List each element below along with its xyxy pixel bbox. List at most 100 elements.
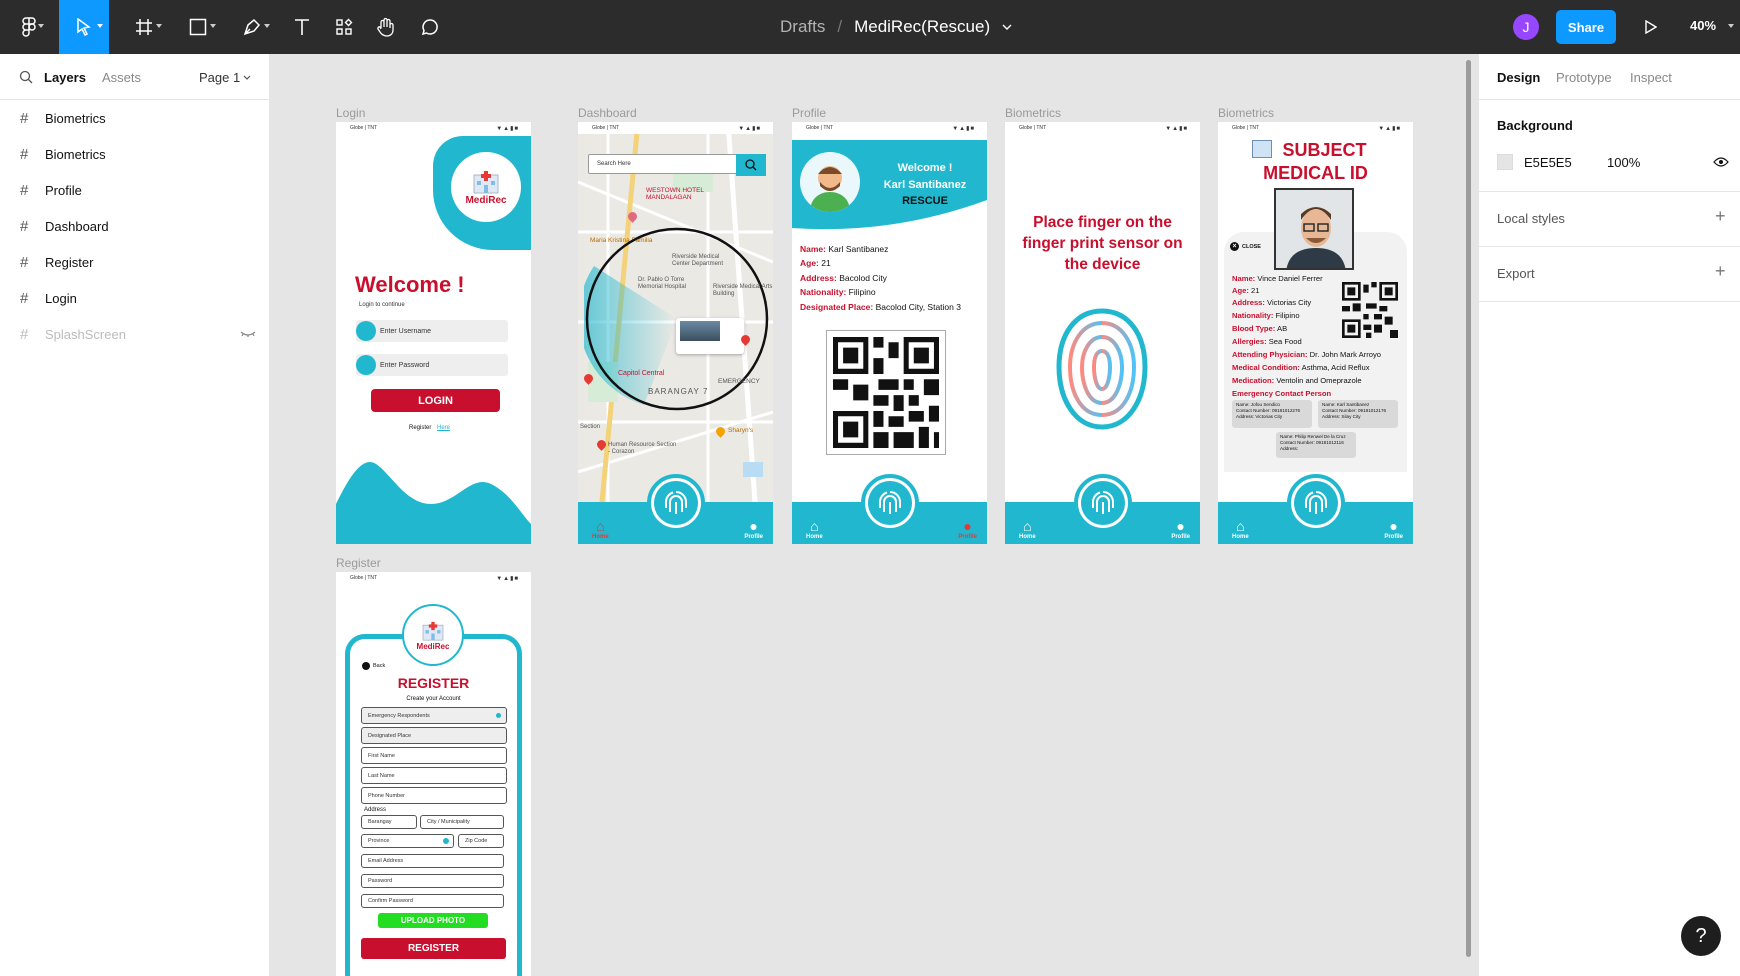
frame-login[interactable]: Globe | TNT ▼▲▮■ MediRec Welcome ! Login …: [336, 122, 531, 544]
field-key: Address:: [800, 273, 837, 283]
login-button[interactable]: LOGIN: [371, 389, 500, 412]
frame-label-biometrics-2[interactable]: Biometrics: [1218, 106, 1274, 120]
role-select[interactable]: Emergency Respondents: [361, 707, 507, 724]
layer-item-dashboard[interactable]: # Dashboard: [0, 208, 270, 244]
nav-profile[interactable]: ● Profile: [744, 518, 763, 540]
comment-tool-button[interactable]: [412, 0, 448, 54]
background-hex[interactable]: E5E5E5: [1524, 155, 1572, 170]
nav-profile[interactable]: ● Profile: [1171, 518, 1190, 540]
username-input[interactable]: Enter Username: [356, 320, 508, 342]
password-field[interactable]: Password: [361, 874, 504, 888]
confirm-password-field[interactable]: Confirm Password: [361, 894, 504, 908]
frame-register[interactable]: Globe | TNT ▼▲▮■ MediRec Back REGISTER Cr…: [336, 572, 531, 976]
eye-icon[interactable]: [1713, 157, 1729, 167]
phone-field[interactable]: Phone Number: [361, 787, 507, 804]
hospital-popup-card[interactable]: [676, 318, 744, 354]
layer-item-profile[interactable]: # Profile: [0, 172, 270, 208]
barangay-field[interactable]: Barangay: [361, 815, 417, 829]
frame-tool-button[interactable]: [124, 0, 164, 54]
page-selector[interactable]: Page 1: [199, 70, 240, 85]
layer-item-biometrics-2[interactable]: # Biometrics: [0, 136, 270, 172]
field-key: Address:: [1232, 298, 1265, 307]
frame-label-profile[interactable]: Profile: [792, 106, 826, 120]
frame-label-dashboard[interactable]: Dashboard: [578, 106, 637, 120]
province-field[interactable]: Province: [361, 834, 454, 848]
help-button[interactable]: ?: [1681, 916, 1721, 956]
fingerprint-button[interactable]: [860, 474, 919, 532]
profile-icon: ●: [749, 518, 758, 534]
layer-item-register[interactable]: # Register: [0, 244, 270, 280]
add-style-icon[interactable]: +: [1715, 206, 1726, 227]
nav-home[interactable]: ⌂ Home: [1232, 518, 1249, 540]
share-button[interactable]: Share: [1556, 10, 1616, 44]
hidden-eye-icon[interactable]: [240, 330, 256, 338]
fingerprint-button[interactable]: [646, 474, 705, 532]
field-placeholder: Phone Number: [368, 792, 405, 799]
add-export-icon[interactable]: +: [1715, 261, 1726, 282]
email-field[interactable]: Email Address: [361, 854, 504, 868]
chevron-down-icon[interactable]: [243, 75, 251, 80]
move-tool-button[interactable]: [59, 0, 109, 54]
pen-tool-button[interactable]: [232, 0, 272, 54]
frame-biometrics-1[interactable]: Globe | TNT ▼▲▮■ Place finger on the fing…: [1005, 122, 1200, 544]
register-submit-button[interactable]: REGISTER: [361, 938, 506, 959]
tab-prototype[interactable]: Prototype: [1556, 70, 1612, 85]
background-opacity[interactable]: 100%: [1607, 155, 1640, 170]
fingerprint-button[interactable]: [1073, 474, 1132, 532]
tab-assets[interactable]: Assets: [102, 70, 141, 85]
search-button[interactable]: [736, 154, 766, 176]
nav-home[interactable]: ⌂ Home: [1019, 518, 1036, 540]
frame-dashboard[interactable]: Globe | TNT ▼▲▮■ Search Here WESTOWN HOTE…: [578, 122, 773, 544]
status-bar: Globe | TNT ▼▲▮■: [336, 122, 531, 134]
main-menu-button[interactable]: [8, 0, 50, 54]
frame-label-register[interactable]: Register: [336, 556, 381, 570]
file-name[interactable]: MediRec(Rescue): [854, 17, 990, 37]
resources-button[interactable]: [326, 0, 362, 54]
zip-field[interactable]: Zip Code: [458, 834, 504, 848]
canvas-scrollbar[interactable]: [1466, 60, 1471, 957]
designated-place-field[interactable]: Designated Place: [361, 727, 507, 744]
register-link[interactable]: Here: [437, 425, 450, 431]
profile-role: RESCUE: [902, 195, 948, 207]
id-field-allergies: Allergies: Sea Food: [1232, 337, 1302, 346]
shape-tool-button[interactable]: [178, 0, 218, 54]
fingerprint-button[interactable]: [1286, 474, 1345, 532]
carrier-label: Globe | TNT: [350, 575, 378, 581]
frame-label-biometrics-1[interactable]: Biometrics: [1005, 106, 1061, 120]
close-button[interactable]: × CLOSE: [1230, 242, 1261, 251]
password-input[interactable]: Enter Password: [356, 354, 508, 376]
nav-home[interactable]: ⌂ Home: [592, 518, 609, 540]
canvas[interactable]: Login Globe | TNT ▼▲▮■ MediRec Welcome ! …: [271, 54, 1477, 976]
search-icon[interactable]: [19, 70, 33, 84]
layer-item-login[interactable]: # Login: [0, 280, 270, 316]
frame-profile[interactable]: Globe | TNT ▼▲▮■ Welcome ! Karl Santibane…: [792, 122, 987, 544]
zoom-level[interactable]: 40%: [1690, 18, 1716, 33]
layer-item-splashscreen[interactable]: # SplashScreen: [0, 316, 270, 352]
tab-layers[interactable]: Layers: [44, 70, 86, 85]
city-field[interactable]: City / Municipality: [420, 815, 504, 829]
present-button[interactable]: [1636, 0, 1666, 54]
upload-photo-button[interactable]: UPLOAD PHOTO: [378, 913, 488, 928]
back-button[interactable]: Back: [362, 662, 385, 670]
field-value: Bacolod City: [839, 273, 887, 283]
breadcrumb: Drafts / MediRec(Rescue): [780, 0, 1012, 54]
background-swatch[interactable]: [1497, 154, 1513, 170]
text-tool-button[interactable]: [284, 0, 320, 54]
frame-biometrics-2[interactable]: Globe | TNT ▼▲▮■ SUBJECT MEDICAL ID × CLOS…: [1218, 122, 1413, 544]
breadcrumb-drafts[interactable]: Drafts: [780, 17, 825, 37]
map-label: Section: [580, 424, 601, 430]
chevron-down-icon[interactable]: [1002, 24, 1012, 30]
layer-item-biometrics-1[interactable]: # Biometrics: [0, 100, 270, 136]
frame-label-login[interactable]: Login: [336, 106, 365, 120]
nav-profile[interactable]: ● Profile: [958, 518, 977, 540]
hand-tool-button[interactable]: [368, 0, 404, 54]
nav-home-label: Home: [592, 534, 609, 540]
nav-home[interactable]: ⌂ Home: [806, 518, 823, 540]
first-name-field[interactable]: First Name: [361, 747, 507, 764]
last-name-field[interactable]: Last Name: [361, 767, 507, 784]
avatar[interactable]: J: [1513, 14, 1539, 40]
nav-profile[interactable]: ● Profile: [1384, 518, 1403, 540]
tab-design[interactable]: Design: [1497, 70, 1540, 85]
search-input[interactable]: Search Here: [588, 154, 738, 174]
tab-inspect[interactable]: Inspect: [1630, 70, 1672, 85]
